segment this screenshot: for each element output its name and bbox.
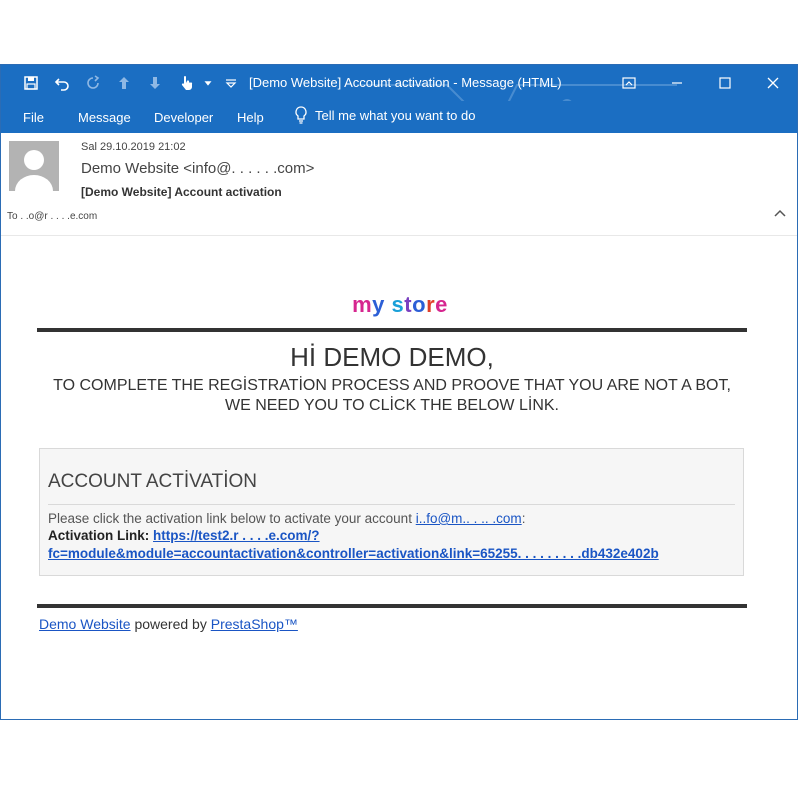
card-title: ACCOUNT ACTİVATİON [48,471,258,492]
collapse-header-icon[interactable] [773,207,787,221]
activation-instruction: Please click the activation link below t… [48,511,526,526]
activation-link-label: Activation Link: [48,528,154,543]
touch-mode-icon[interactable] [170,71,201,95]
lightbulb-icon [295,106,307,124]
ribbon-display-options-icon[interactable] [605,65,653,101]
instruction-text: TO COMPLETE THE REGİSTRATİON PROCESS AND… [53,377,731,414]
window-title: [Demo Website] Account activation - Mess… [249,75,562,90]
redo-icon[interactable] [77,71,108,95]
maximize-icon[interactable] [701,65,749,101]
message-header: Sal 29.10.2019 21:02 Demo Website <info@… [1,133,797,236]
quick-access-toolbar [15,71,246,95]
message-sender[interactable]: Demo Website <info@. . . . . .com> [81,160,314,177]
activation-link-row: Activation Link: https://test2.r . . . .… [48,528,320,543]
prestashop-link[interactable]: PrestaShop™ [211,616,298,632]
card-divider [48,504,735,505]
undo-icon[interactable] [46,71,77,95]
save-icon[interactable] [15,71,46,95]
person-icon [9,141,59,191]
customize-icon[interactable] [215,71,246,95]
tell-me-text: Tell me what you want to do [315,107,476,123]
email-footer: Demo Website powered by PrestaShop™ [39,616,298,632]
divider-top [37,328,747,332]
avatar [9,141,59,191]
menu-file[interactable]: File [23,110,44,125]
menu-developer[interactable]: Developer [154,110,213,125]
message-date: Sal 29.10.2019 21:02 [81,141,186,153]
divider-bottom [37,604,747,608]
up-arrow-icon[interactable] [108,71,139,95]
greeting-heading: Hİ DEMO DEMO, [290,342,494,372]
message-subject: [Demo Website] Account activation [81,185,282,199]
tell-me-search[interactable]: Tell me what you want to do [293,105,475,125]
store-logo: my store [352,292,448,317]
close-icon[interactable] [749,65,797,101]
activation-link-continued[interactable]: fc=module&module=accountactivation&contr… [48,546,659,561]
activation-card: ACCOUNT ACTİVATİON Please click the acti… [39,448,744,576]
menu-help[interactable]: Help [237,110,264,125]
demo-website-link[interactable]: Demo Website [39,616,131,632]
ribbon-menu-bar: File Message Developer Help Tell me what… [1,101,797,133]
message-recipient[interactable]: To . .o@r . . . .e.com [7,211,97,222]
menu-message[interactable]: Message [78,110,131,125]
message-body: my store Hİ DEMO DEMO, TO COMPLETE THE R… [1,236,797,716]
outlook-message-window: [Demo Website] Account activation - Mess… [0,64,798,720]
down-arrow-icon[interactable] [139,71,170,95]
minimize-icon[interactable] [653,65,701,101]
window-controls [605,65,797,101]
account-email-link[interactable]: i..fo@m.. . .. .com [416,511,522,526]
title-bar: [Demo Website] Account activation - Mess… [1,65,797,101]
activation-link[interactable]: https://test2.r . . . .e.com/? [153,528,320,543]
dropdown-arrow-icon[interactable] [201,71,215,95]
